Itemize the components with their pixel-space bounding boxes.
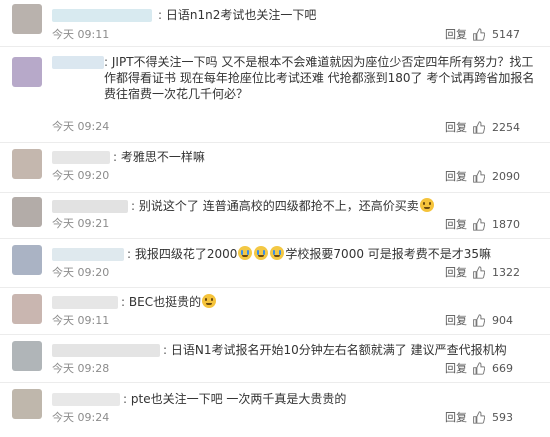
comment-item: : 我报四级花了2000 学校报要7000 可是报考费不是才35嘛 今天 09:2…: [0, 239, 550, 288]
comment-text: : 我报四级花了2000 学校报要7000 可是报考费不是才35嘛: [127, 246, 492, 261]
comment-text: : 日语n1n2考试也关注一下吧: [158, 8, 317, 22]
like-count: 1322: [492, 266, 520, 279]
thumbs-up-icon[interactable]: [472, 121, 485, 134]
reply-button[interactable]: 回复: [445, 411, 467, 425]
comment-text: : BEC也挺贵的: [121, 294, 540, 310]
comment-time: 今天 09:24: [52, 120, 110, 133]
comment-time: 今天 09:11: [52, 314, 110, 327]
username[interactable]: [52, 9, 152, 22]
thumbs-up-icon[interactable]: [472, 170, 485, 183]
comment-time: 今天 09:11: [52, 28, 110, 41]
like-count: 904: [492, 314, 513, 327]
thumbs-up-icon[interactable]: [472, 266, 485, 279]
reply-button[interactable]: 回复: [445, 266, 467, 280]
username[interactable]: [52, 56, 104, 69]
comment-time: 今天 09:20: [52, 169, 110, 182]
like-count: 669: [492, 362, 513, 375]
comment-item: : 别说这个了 连普通高校的四级都抢不上，还高价买卖 今天 09:21 回复 1…: [0, 193, 550, 239]
thumbs-up-icon[interactable]: [472, 362, 485, 375]
avatar[interactable]: [12, 341, 42, 371]
username[interactable]: [52, 200, 128, 213]
reply-button[interactable]: 回复: [445, 218, 467, 232]
thumbs-up-icon[interactable]: [472, 28, 485, 41]
comment-time: 今天 09:24: [52, 411, 110, 424]
reply-button[interactable]: 回复: [445, 28, 467, 42]
comment-text: : 日语N1考试报名开始10分钟左右名额就满了 建议严查代报机构: [163, 343, 507, 357]
avatar[interactable]: [12, 389, 42, 419]
reply-button[interactable]: 回复: [445, 170, 467, 184]
like-count: 593: [492, 411, 513, 424]
avatar[interactable]: [12, 4, 42, 34]
like-count: 2254: [492, 121, 520, 134]
like-count: 5147: [492, 28, 520, 41]
avatar[interactable]: [12, 57, 42, 87]
avatar[interactable]: [12, 294, 42, 324]
comment-item: : 日语N1考试报名开始10分钟左右名额就满了 建议严查代报机构 今天 09:2…: [0, 335, 550, 383]
username[interactable]: [52, 151, 110, 164]
avatar[interactable]: [12, 245, 42, 275]
smile-emoji: [419, 198, 434, 212]
comment-time: 今天 09:28: [52, 362, 110, 375]
comment-item: : 考雅思不一样嘛 今天 09:20 回复 2090: [0, 143, 550, 193]
username[interactable]: [52, 393, 120, 406]
cry-emoji: [238, 246, 253, 260]
like-count: 1870: [492, 218, 520, 231]
username[interactable]: [52, 296, 118, 309]
reply-button[interactable]: 回复: [445, 362, 467, 376]
comment-text: : 考雅思不一样嘛: [113, 150, 205, 164]
thumbs-up-icon[interactable]: [472, 218, 485, 231]
username[interactable]: [52, 344, 160, 357]
comment-time: 今天 09:21: [52, 217, 110, 230]
reply-button[interactable]: 回复: [445, 121, 467, 135]
reply-button[interactable]: 回复: [445, 314, 467, 328]
avatar[interactable]: [12, 149, 42, 179]
comment-text: : JIPT不得关注一下吗 又不是根本不会难道就因为座位少否定四年所有努力？找工…: [104, 55, 535, 101]
comment-list: : 日语n1n2考试也关注一下吧 今天 09:11 回复 5147 : JIPT…: [0, 0, 550, 435]
comment-text: : pte也关注一下吧 一次两千真是大贵贵的: [123, 392, 347, 406]
cry-emoji: [270, 246, 285, 260]
comment-time: 今天 09:20: [52, 266, 110, 279]
thumbs-up-icon[interactable]: [472, 314, 485, 327]
comment-item: : BEC也挺贵的 今天 09:11 回复 904: [0, 288, 550, 335]
cry-emoji: [254, 246, 269, 260]
smile-emoji: [202, 294, 217, 308]
avatar[interactable]: [12, 197, 42, 227]
comment-text: : 别说这个了 连普通高校的四级都抢不上，还高价买卖: [131, 198, 540, 214]
comment-item: : pte也关注一下吧 一次两千真是大贵贵的 今天 09:24 回复 593: [0, 383, 550, 437]
like-count: 2090: [492, 170, 520, 183]
thumbs-up-icon[interactable]: [472, 411, 485, 424]
username[interactable]: [52, 248, 124, 261]
comment-item: : JIPT不得关注一下吗 又不是根本不会难道就因为座位少否定四年所有努力？找工…: [0, 47, 550, 143]
comment-item: : 日语n1n2考试也关注一下吧 今天 09:11 回复 5147: [0, 0, 550, 47]
